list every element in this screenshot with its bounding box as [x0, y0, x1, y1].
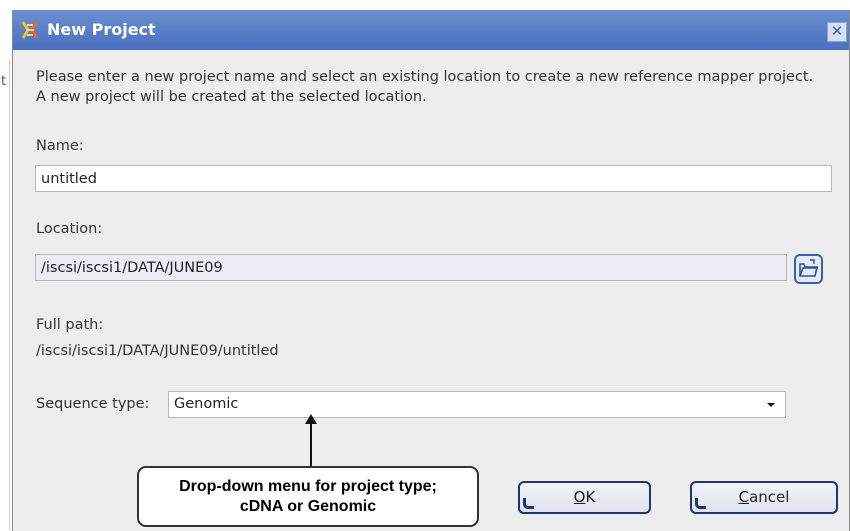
close-icon: ✕	[830, 22, 844, 40]
ok-button[interactable]: OK	[518, 481, 651, 514]
name-label: Name:	[36, 138, 84, 154]
dialog-title: New Project	[47, 20, 156, 39]
dialog-titlebar[interactable]: New Project ✕	[13, 10, 849, 50]
callout-line-1: Drop-down menu for project type;	[179, 478, 437, 495]
cancel-mnemonic: C	[738, 488, 750, 506]
background-divider	[9, 60, 10, 530]
location-label: Location:	[36, 221, 103, 237]
browse-location-button[interactable]	[794, 254, 823, 284]
ok-label-rest: K	[585, 488, 596, 506]
close-button[interactable]: ✕	[827, 22, 847, 42]
button-corner-icon	[523, 498, 534, 509]
sequence-type-dropdown[interactable]: Genomic	[168, 391, 786, 418]
dropdown-arrow-icon	[767, 403, 775, 407]
background-window-strip: t	[0, 0, 12, 531]
app-logo-icon	[21, 21, 39, 39]
new-project-dialog: New Project ✕ Please enter a new project…	[12, 10, 850, 531]
callout-pointer-line	[310, 420, 312, 466]
background-text-fragment: t	[1, 74, 7, 89]
callout-line-2: cDNA or Genomic	[239, 498, 377, 515]
sequence-type-value: Genomic	[174, 396, 239, 412]
full-path-label: Full path:	[36, 317, 104, 333]
sequence-type-label: Sequence type:	[36, 396, 150, 412]
ok-mnemonic: O	[573, 488, 586, 506]
full-path-value: /iscsi/iscsi1/DATA/JUNE09/untitled	[36, 343, 279, 359]
name-input[interactable]	[35, 165, 832, 192]
location-input[interactable]	[35, 254, 787, 281]
folder-open-icon	[799, 259, 818, 277]
instructions-text: Please enter a new project name and sele…	[36, 69, 814, 105]
annotation-callout: Drop-down menu for project type; cDNA or…	[137, 466, 479, 527]
button-corner-icon	[695, 498, 706, 509]
cancel-label-rest: ancel	[749, 488, 790, 506]
cancel-button[interactable]: Cancel	[690, 481, 838, 514]
